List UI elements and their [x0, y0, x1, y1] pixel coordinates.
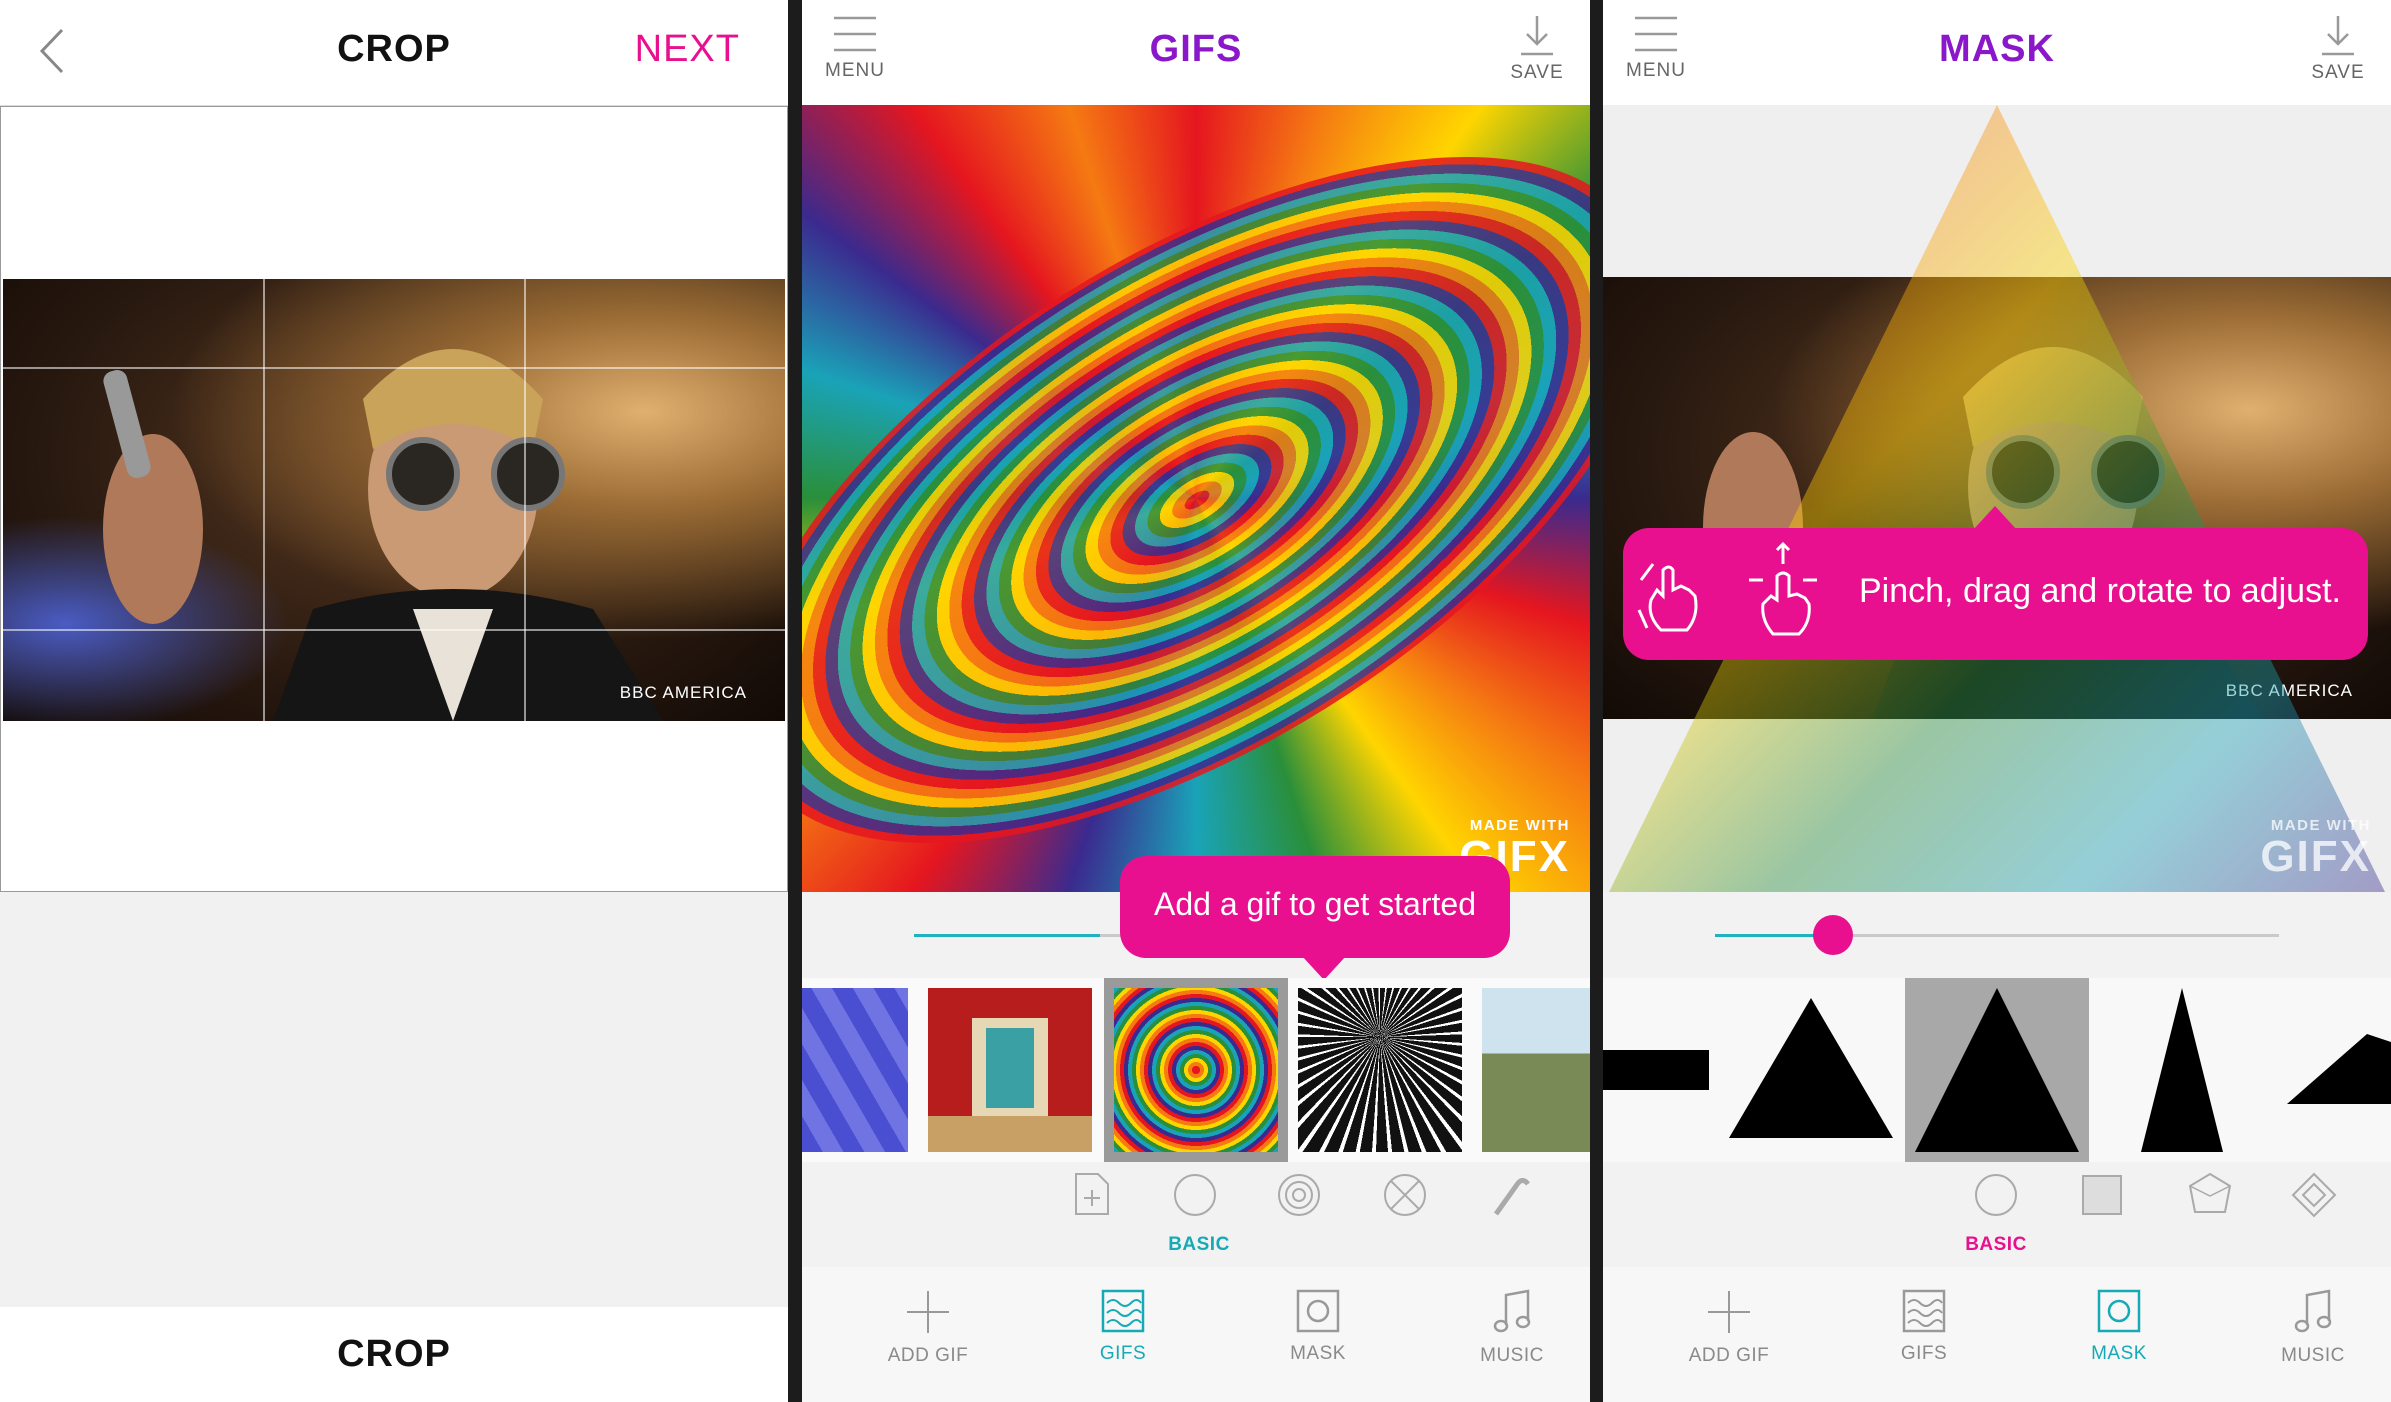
gifs-icon — [1902, 1289, 1946, 1333]
thumb-triangles[interactable] — [802, 988, 908, 1152]
plus-icon — [1708, 1291, 1750, 1333]
gifx-logo: GIFX — [2260, 832, 2371, 881]
slider-thumb[interactable] — [1813, 915, 1853, 955]
save-button[interactable]: SAVE — [2303, 14, 2373, 84]
shape-partial-triangle[interactable] — [2287, 1034, 2391, 1114]
nav-gifs[interactable]: GIFS — [1854, 1289, 1994, 1365]
crop-footer: CROP — [0, 1307, 788, 1402]
thumb-black-tunnel[interactable] — [1298, 988, 1462, 1152]
gif-thumbnail-strip — [802, 978, 1590, 1162]
download-icon — [1521, 16, 1553, 56]
footer-title: CROP — [337, 1333, 451, 1375]
bottom-nav: ADD GIF GIFS MASK MUSIC — [802, 1267, 1590, 1402]
candy-cane-icon[interactable] — [1486, 1172, 1532, 1223]
category-row: BASIC — [802, 1172, 1590, 1262]
mask-shape-strip — [1603, 978, 2391, 1162]
page-title: GIFS — [1149, 28, 1243, 70]
pinch-gesture-icon — [1633, 550, 1713, 645]
nav-mask[interactable]: MASK — [2049, 1289, 2189, 1365]
circle-icon[interactable] — [1973, 1172, 2019, 1223]
circle-icon[interactable] — [1172, 1172, 1218, 1223]
category-row: BASIC — [1603, 1172, 2391, 1262]
mask-canvas[interactable]: BBC AMERICA MADE WITH GIFX — [1603, 105, 2391, 892]
watermark: BBC AMERICA — [619, 683, 747, 702]
nav-gifs[interactable]: GIFS — [1053, 1289, 1193, 1365]
tooltip-adjust: Pinch, drag and rotate to adjust. — [1623, 506, 2368, 660]
swirl-rings — [802, 105, 1590, 892]
next-button[interactable]: NEXT — [635, 28, 740, 71]
new-file-icon[interactable] — [1072, 1172, 1112, 1221]
crop-header: CROP NEXT — [0, 0, 788, 106]
spiral-icon[interactable] — [1276, 1172, 1322, 1223]
gifs-screen: MENU GIFS SAVE MADE WITH GIFX Add a gif … — [802, 0, 1590, 1402]
nav-add-gif[interactable]: ADD GIF — [858, 1289, 998, 1367]
plus-icon — [907, 1291, 949, 1333]
mask-icon — [2097, 1289, 2141, 1333]
bottom-nav: ADD GIF GIFS MASK MUSIC — [1603, 1267, 2391, 1402]
shape-bar[interactable] — [1603, 1050, 1709, 1090]
nav-mask[interactable]: MASK — [1248, 1289, 1388, 1365]
thumb-swirl-selected[interactable] — [1104, 978, 1288, 1162]
pattern-icon[interactable] — [2291, 1172, 2337, 1223]
music-note-icon — [2294, 1289, 2332, 1333]
nav-music[interactable]: MUSIC — [1442, 1289, 1582, 1367]
shape-narrow-triangle[interactable] — [2137, 988, 2227, 1152]
tooltip-add-gif: Add a gif to get started — [1120, 856, 1510, 980]
shape-triangle[interactable] — [1729, 998, 1893, 1148]
square-icon[interactable] — [2081, 1174, 2123, 1221]
drag-gesture-icon — [1743, 540, 1823, 645]
mask-screen: MENU MASK SAVE BBC AMERICA MADE WITH GIF… — [1603, 0, 2391, 1402]
nav-add-gif[interactable]: ADD GIF — [1659, 1289, 1799, 1367]
video-frame[interactable]: BBC AMERICA — [3, 279, 785, 721]
crop-screen: CROP NEXT BBC AMERICA CROP — [0, 0, 788, 1402]
mask-icon — [1296, 1289, 1340, 1333]
triangle-mask-overlay[interactable] — [1603, 105, 2391, 892]
mask-header: MENU MASK SAVE — [1603, 0, 2391, 105]
download-icon — [2322, 16, 2354, 56]
thumb-red-hallway[interactable] — [928, 988, 1092, 1152]
nav-music[interactable]: MUSIC — [2243, 1289, 2383, 1367]
category-label-basic[interactable]: BASIC — [1961, 1234, 2031, 1256]
thumb-field[interactable] — [1482, 988, 1590, 1152]
music-note-icon — [1493, 1289, 1531, 1333]
crop-grid[interactable] — [3, 279, 785, 721]
save-label: SAVE — [2311, 62, 2365, 83]
crop-canvas: BBC AMERICA — [0, 106, 788, 892]
gif-canvas[interactable]: MADE WITH GIFX — [802, 105, 1590, 892]
gifs-header: MENU GIFS SAVE — [802, 0, 1590, 105]
page-title: MASK — [1939, 28, 2055, 70]
crossed-circle-icon[interactable] — [1382, 1172, 1428, 1223]
polyhedron-icon[interactable] — [2187, 1172, 2233, 1223]
category-label-basic[interactable]: BASIC — [1164, 1234, 1234, 1256]
save-label: SAVE — [1510, 62, 1564, 83]
shape-triangle-selected[interactable] — [1905, 978, 2089, 1162]
gifs-icon — [1101, 1289, 1145, 1333]
save-button[interactable]: SAVE — [1502, 14, 1572, 84]
